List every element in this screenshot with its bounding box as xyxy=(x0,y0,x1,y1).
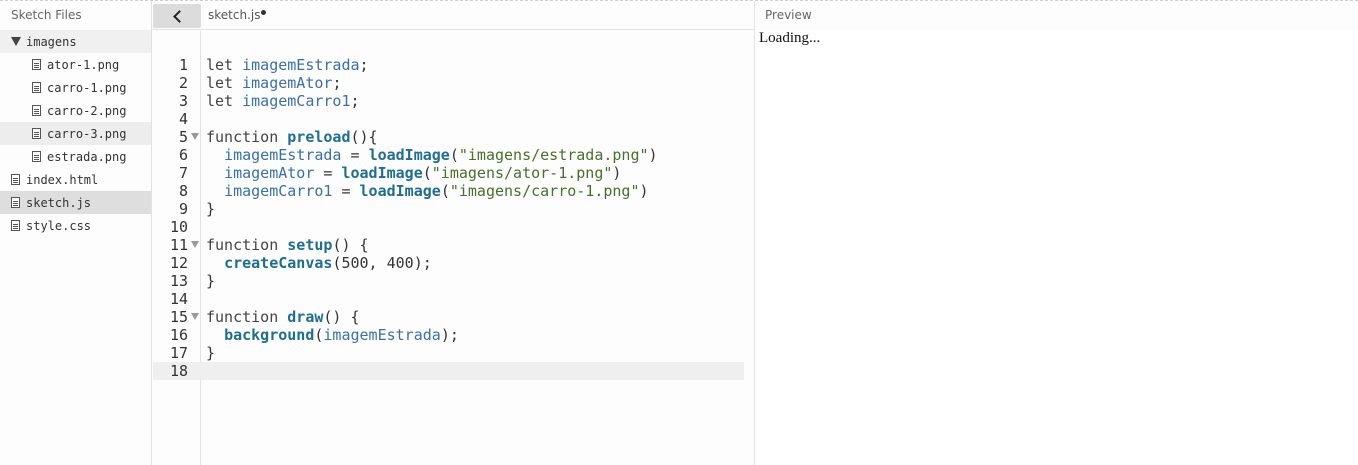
file-item[interactable]: estrada.png xyxy=(0,145,151,168)
line-number: 2 xyxy=(178,74,188,92)
line-number: 1 xyxy=(178,56,188,74)
code-text: background(imagemEstrada); xyxy=(224,326,459,344)
line-number: 6 xyxy=(178,146,188,164)
code-text: imagemEstrada = loadImage("imagens/estra… xyxy=(224,146,658,164)
preview-title: Preview xyxy=(755,1,1358,30)
code-text: let imagemAtor; xyxy=(206,74,342,92)
code-line[interactable]: 13} xyxy=(153,272,754,290)
line-number: 11 xyxy=(169,236,188,254)
code-text: imagemAtor = loadImage("imagens/ator-1.p… xyxy=(224,164,622,182)
file-icon xyxy=(11,197,20,208)
code-text: function setup() { xyxy=(206,236,369,254)
code-line[interactable]: 14 xyxy=(153,290,754,308)
file-label: ator-1.png xyxy=(47,57,120,72)
loading-text: Loading... xyxy=(759,30,821,46)
line-number: 17 xyxy=(169,344,188,362)
code-text: } xyxy=(206,200,216,218)
sidebar: Sketch Files imagens ator-1.png carro-1.… xyxy=(0,1,152,465)
file-item[interactable]: carro-2.png xyxy=(0,99,151,122)
file-item-selected[interactable]: sketch.js xyxy=(0,191,151,214)
file-item[interactable]: carro-3.png xyxy=(0,122,151,145)
code-line[interactable]: 17} xyxy=(153,344,754,362)
editor-tabbar: sketch.js xyxy=(153,1,754,30)
code-text: function preload(){ xyxy=(206,128,378,146)
line-number: 18 xyxy=(169,362,188,380)
file-item[interactable]: carro-1.png xyxy=(0,76,151,99)
code-text: let imagemEstrada; xyxy=(206,56,369,74)
file-icon xyxy=(32,82,41,93)
code-lines[interactable]: 1 let imagemEstrada; 2 let imagemAtor; 3 le… xyxy=(153,56,754,380)
file-label: sketch.js xyxy=(26,195,92,210)
line-number: 12 xyxy=(169,254,188,272)
file-label: estrada.png xyxy=(47,149,127,164)
code-line[interactable]: 15 function draw() { xyxy=(153,308,754,326)
file-item[interactable]: style.css xyxy=(0,214,151,237)
code-text: } xyxy=(206,272,216,290)
file-label: style.css xyxy=(26,218,92,233)
fold-arrow-icon[interactable] xyxy=(191,241,199,248)
code-line-active[interactable]: 18 xyxy=(153,362,754,380)
code-line[interactable]: 2 let imagemAtor; xyxy=(153,74,754,92)
unsaved-indicator-icon xyxy=(261,10,267,15)
triangle-down-icon[interactable] xyxy=(11,37,21,46)
filename-text: sketch.js xyxy=(208,8,261,22)
line-number: 14 xyxy=(169,290,188,308)
file-item[interactable]: ator-1.png xyxy=(0,53,151,76)
code-line[interactable]: 11 function setup() { xyxy=(153,236,754,254)
file-label: carro-1.png xyxy=(47,80,127,95)
file-item[interactable]: index.html xyxy=(0,168,151,191)
line-number: 13 xyxy=(169,272,188,290)
code-line[interactable]: 5 function preload(){ xyxy=(153,128,754,146)
line-number: 9 xyxy=(178,200,188,218)
file-label: index.html xyxy=(26,172,99,187)
folder-label: imagens xyxy=(26,34,77,49)
code-line[interactable]: 6 imagemEstrada = loadImage("imagens/est… xyxy=(153,146,754,164)
file-icon xyxy=(32,105,41,116)
preview-panel: Preview Loading... xyxy=(754,1,1358,465)
sidebar-title: Sketch Files xyxy=(11,8,82,22)
code-line[interactable]: 1 let imagemEstrada; xyxy=(153,56,754,74)
fold-arrow-icon[interactable] xyxy=(191,313,199,320)
line-number: 8 xyxy=(178,182,188,200)
code-text: } xyxy=(206,344,216,362)
file-tree: imagens ator-1.png carro-1.png carro-2.p… xyxy=(0,30,151,237)
file-icon xyxy=(11,220,20,231)
code-line[interactable]: 10 xyxy=(153,218,754,236)
code-line[interactable]: 9} xyxy=(153,200,754,218)
code-line[interactable]: 16 background(imagemEstrada); xyxy=(153,326,754,344)
line-number: 16 xyxy=(169,326,188,344)
file-icon xyxy=(32,128,41,139)
line-number: 15 xyxy=(169,308,188,326)
chevron-left-icon xyxy=(172,9,186,23)
code-line[interactable]: 4 xyxy=(153,110,754,128)
code-line[interactable]: 8 imagemCarro1 = loadImage("imagens/carr… xyxy=(153,182,754,200)
file-label: carro-2.png xyxy=(47,103,127,118)
code-line[interactable]: 3 let imagemCarro1; xyxy=(153,92,754,110)
code-line[interactable]: 7 imagemAtor = loadImage("imagens/ator-1… xyxy=(153,164,754,182)
code-line[interactable]: 12 createCanvas(500, 400); xyxy=(153,254,754,272)
preview-content: Loading... xyxy=(755,30,1358,47)
code-text: imagemCarro1 = loadImage("imagens/carro-… xyxy=(224,182,649,200)
folder-imagens[interactable]: imagens xyxy=(0,30,151,53)
line-number: 5 xyxy=(178,128,188,146)
line-number: 10 xyxy=(169,218,188,236)
code-text: createCanvas(500, 400); xyxy=(224,254,432,272)
collapse-sidebar-button[interactable] xyxy=(153,4,201,28)
line-number: 3 xyxy=(178,92,188,110)
file-icon xyxy=(11,174,20,185)
code-text: let imagemCarro1; xyxy=(206,92,360,110)
code-editor[interactable]: 1 let imagemEstrada; 2 let imagemAtor; 3 le… xyxy=(153,31,754,465)
active-line-highlight xyxy=(153,362,744,380)
file-label: carro-3.png xyxy=(47,126,127,141)
file-icon xyxy=(32,151,41,162)
file-icon xyxy=(32,59,41,70)
line-number: 4 xyxy=(178,110,188,128)
editor-filename: sketch.js xyxy=(208,1,267,30)
fold-arrow-icon[interactable] xyxy=(191,133,199,140)
code-text: function draw() { xyxy=(206,308,360,326)
line-number: 7 xyxy=(178,164,188,182)
